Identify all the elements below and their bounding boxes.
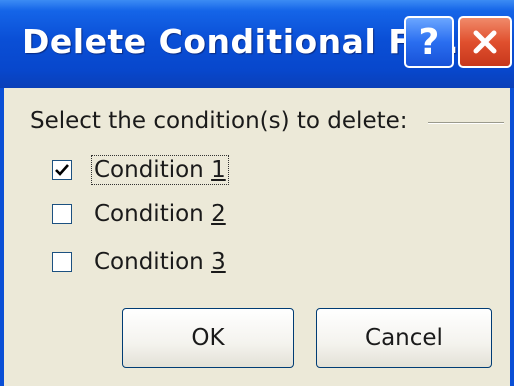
ok-button[interactable]: OK bbox=[122, 308, 294, 368]
delete-conditional-format-dialog: Delete Conditional Fo... ? Select the co… bbox=[0, 0, 514, 386]
condition-1-checkbox[interactable]: Condition 1 bbox=[52, 153, 229, 187]
condition-2-checkbox[interactable]: Condition 2 bbox=[52, 197, 228, 231]
close-icon bbox=[470, 27, 500, 57]
title-bar[interactable]: Delete Conditional Fo... ? bbox=[0, 0, 514, 88]
close-button[interactable] bbox=[458, 16, 512, 68]
help-button[interactable]: ? bbox=[404, 16, 454, 68]
condition-1-label: Condition 1 bbox=[91, 155, 229, 185]
checkbox-box[interactable] bbox=[52, 204, 72, 224]
ok-button-label: OK bbox=[191, 325, 225, 351]
prompt-label: Select the condition(s) to delete: bbox=[30, 108, 408, 134]
checkbox-box[interactable] bbox=[52, 160, 72, 180]
help-icon: ? bbox=[418, 21, 440, 63]
checkbox-box[interactable] bbox=[52, 252, 72, 272]
cancel-button-label: Cancel bbox=[365, 325, 443, 351]
condition-3-checkbox[interactable]: Condition 3 bbox=[52, 245, 228, 279]
cancel-button[interactable]: Cancel bbox=[316, 308, 492, 368]
condition-2-label: Condition 2 bbox=[94, 201, 226, 227]
condition-3-label: Condition 3 bbox=[94, 249, 226, 275]
separator-line bbox=[428, 122, 504, 124]
checkmark-icon bbox=[55, 164, 69, 176]
